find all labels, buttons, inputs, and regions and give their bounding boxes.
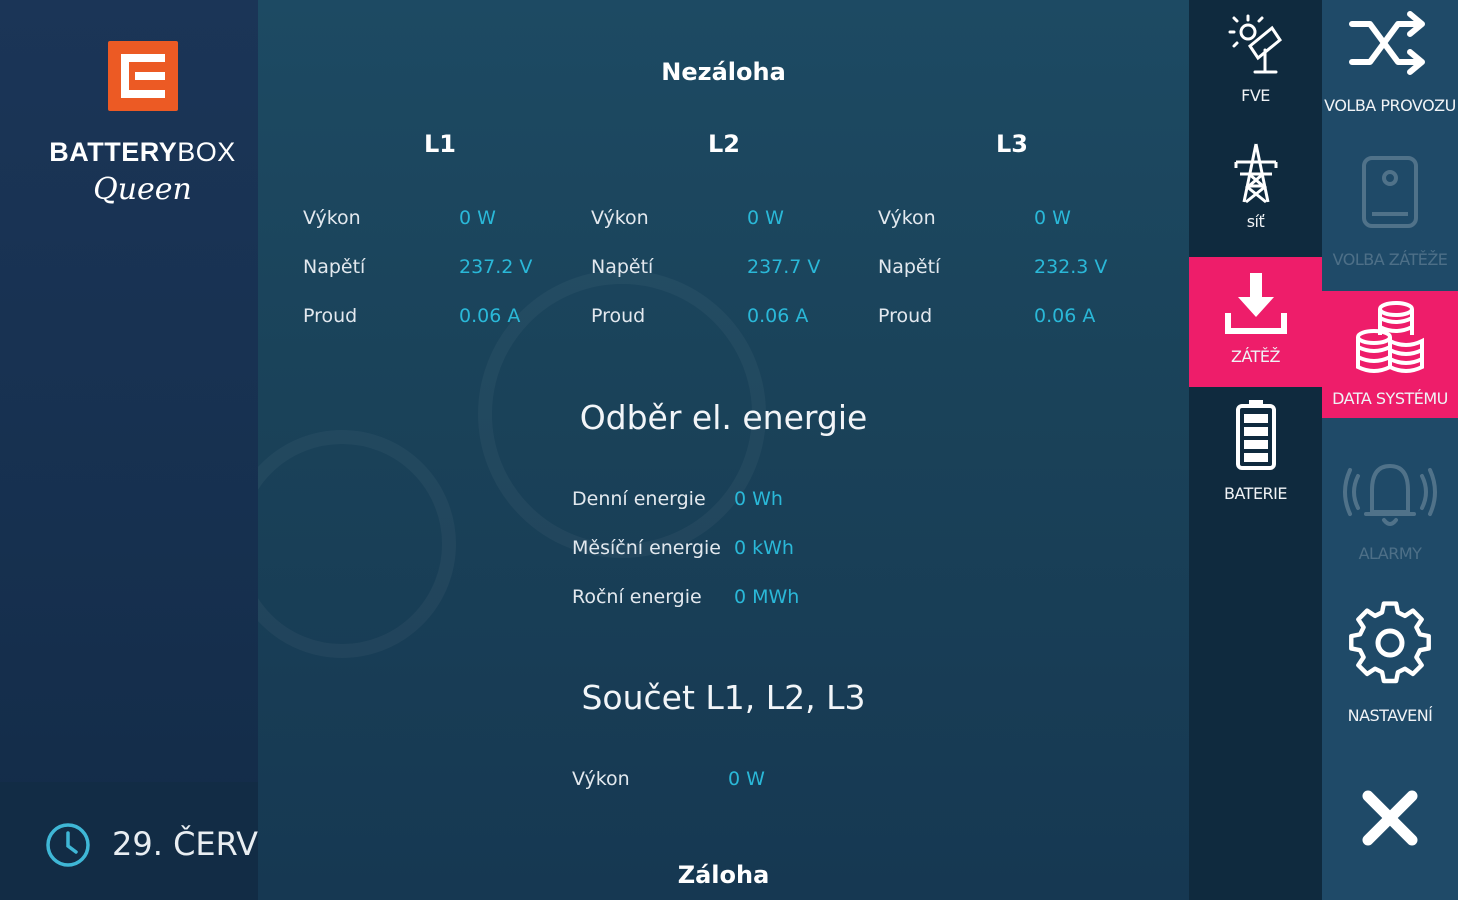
nav-nastaveni[interactable]: NASTAVENÍ (1322, 590, 1458, 740)
close-icon (1362, 790, 1418, 846)
nav-sit[interactable]: síť (1189, 128, 1322, 257)
power-pylon-icon (1234, 143, 1277, 204)
nav-baterie-label: BATERIE (1223, 484, 1288, 503)
nav-volba-zateze[interactable]: VOLBA ZÁTĚŽE (1322, 140, 1458, 291)
phase-header-l2: L2 (708, 130, 740, 158)
l1-proud-value: 0.06 A (459, 305, 521, 327)
l1-napeti-value: 237.2 V (459, 256, 533, 278)
monthly-energy-value: 0 kWh (734, 537, 794, 559)
total-vykon-value: 0 W (728, 768, 765, 790)
nav-baterie[interactable]: BATERIE (1189, 390, 1322, 520)
nav-alarmy[interactable]: ALARMY (1322, 440, 1458, 580)
vykon-label: Výkon (878, 207, 936, 229)
nav-sit-label: síť (1246, 212, 1265, 231)
napeti-label: Napětí (878, 256, 941, 278)
battery-icon (1235, 400, 1276, 470)
daily-energy-label: Denní energie (572, 488, 706, 510)
l3-napeti-value: 232.3 V (1034, 256, 1108, 278)
nav-volba-provozu[interactable]: VOLBA PROVOZU (1322, 0, 1458, 140)
gear-icon (1349, 601, 1431, 684)
yearly-energy-value: 0 MWh (734, 586, 800, 608)
brand-panel: BATTERYBOX Queen (0, 0, 258, 900)
nav-fve[interactable]: FVE (1189, 0, 1322, 128)
proud-label: Proud (878, 305, 933, 327)
phase-header-l1: L1 (424, 130, 456, 158)
monthly-energy-label: Měsíční energie (572, 537, 721, 559)
l2-vykon-value: 0 W (747, 207, 784, 229)
nav-data-systemu-label: DATA SYSTÉMU (1332, 389, 1448, 408)
yearly-energy-label: Roční energie (572, 586, 702, 608)
nav-data-systemu[interactable]: DATA SYSTÉMU (1322, 291, 1458, 418)
vykon-label: Výkon (303, 207, 361, 229)
l3-vykon-value: 0 W (1034, 207, 1071, 229)
download-load-icon (1224, 273, 1287, 334)
napeti-label: Napětí (591, 256, 654, 278)
l2-proud-value: 0.06 A (747, 305, 809, 327)
background-ring (258, 430, 456, 658)
clock-icon (46, 823, 90, 867)
section-title-odber: Odběr el. energie (579, 398, 868, 437)
brand-title: BATTERYBOX (49, 137, 236, 167)
date-text: 29. ČERVE (112, 825, 258, 863)
secondary-nav: VOLBA PROVOZU VOLBA ZÁTĚŽE DATA SYSTÉMU (1322, 0, 1458, 900)
cez-logo-icon (108, 41, 178, 111)
section-title-soucet: Součet L1, L2, L3 (581, 678, 866, 717)
section-title-nezaloha: Nezáloha (661, 58, 786, 86)
section-title-zaloha: Záloha (677, 861, 770, 889)
coin-stack-icon (1356, 301, 1424, 373)
nav-zatez[interactable]: ZÁTĚŽ (1189, 257, 1322, 387)
l3-proud-value: 0.06 A (1034, 305, 1096, 327)
nav-zatez-label: ZÁTĚŽ (1230, 347, 1281, 366)
close-button[interactable] (1322, 770, 1458, 870)
total-vykon-label: Výkon (572, 768, 630, 790)
nav-alarmy-label: ALARMY (1358, 544, 1422, 563)
daily-energy-value: 0 Wh (734, 488, 783, 510)
nav-volba-zateze-label: VOLBA ZÁTĚŽE (1332, 250, 1448, 269)
vykon-label: Výkon (591, 207, 649, 229)
nav-nastaveni-label: NASTAVENÍ (1347, 706, 1433, 725)
brand-subtitle: Queen (93, 172, 192, 207)
proud-label: Proud (591, 305, 646, 327)
napeti-label: Napětí (303, 256, 366, 278)
proud-label: Proud (303, 305, 358, 327)
shuffle-icon (1349, 11, 1425, 75)
l2-napeti-value: 237.7 V (747, 256, 821, 278)
bell-icon (1343, 463, 1437, 526)
nav-volba-provozu-label: VOLBA PROVOZU (1324, 96, 1456, 115)
l1-vykon-value: 0 W (459, 207, 496, 229)
nav-fve-label: FVE (1241, 86, 1270, 105)
appliance-icon (1362, 156, 1418, 228)
phase-header-l3: L3 (996, 130, 1028, 158)
solar-panel-icon (1228, 14, 1282, 74)
primary-nav: FVE síť ZÁTĚŽ BATERIE (1189, 0, 1322, 900)
system-data-panel: Nezáloha L1 Výkon 0 W Napětí 237.2 V Pro… (258, 0, 1189, 900)
